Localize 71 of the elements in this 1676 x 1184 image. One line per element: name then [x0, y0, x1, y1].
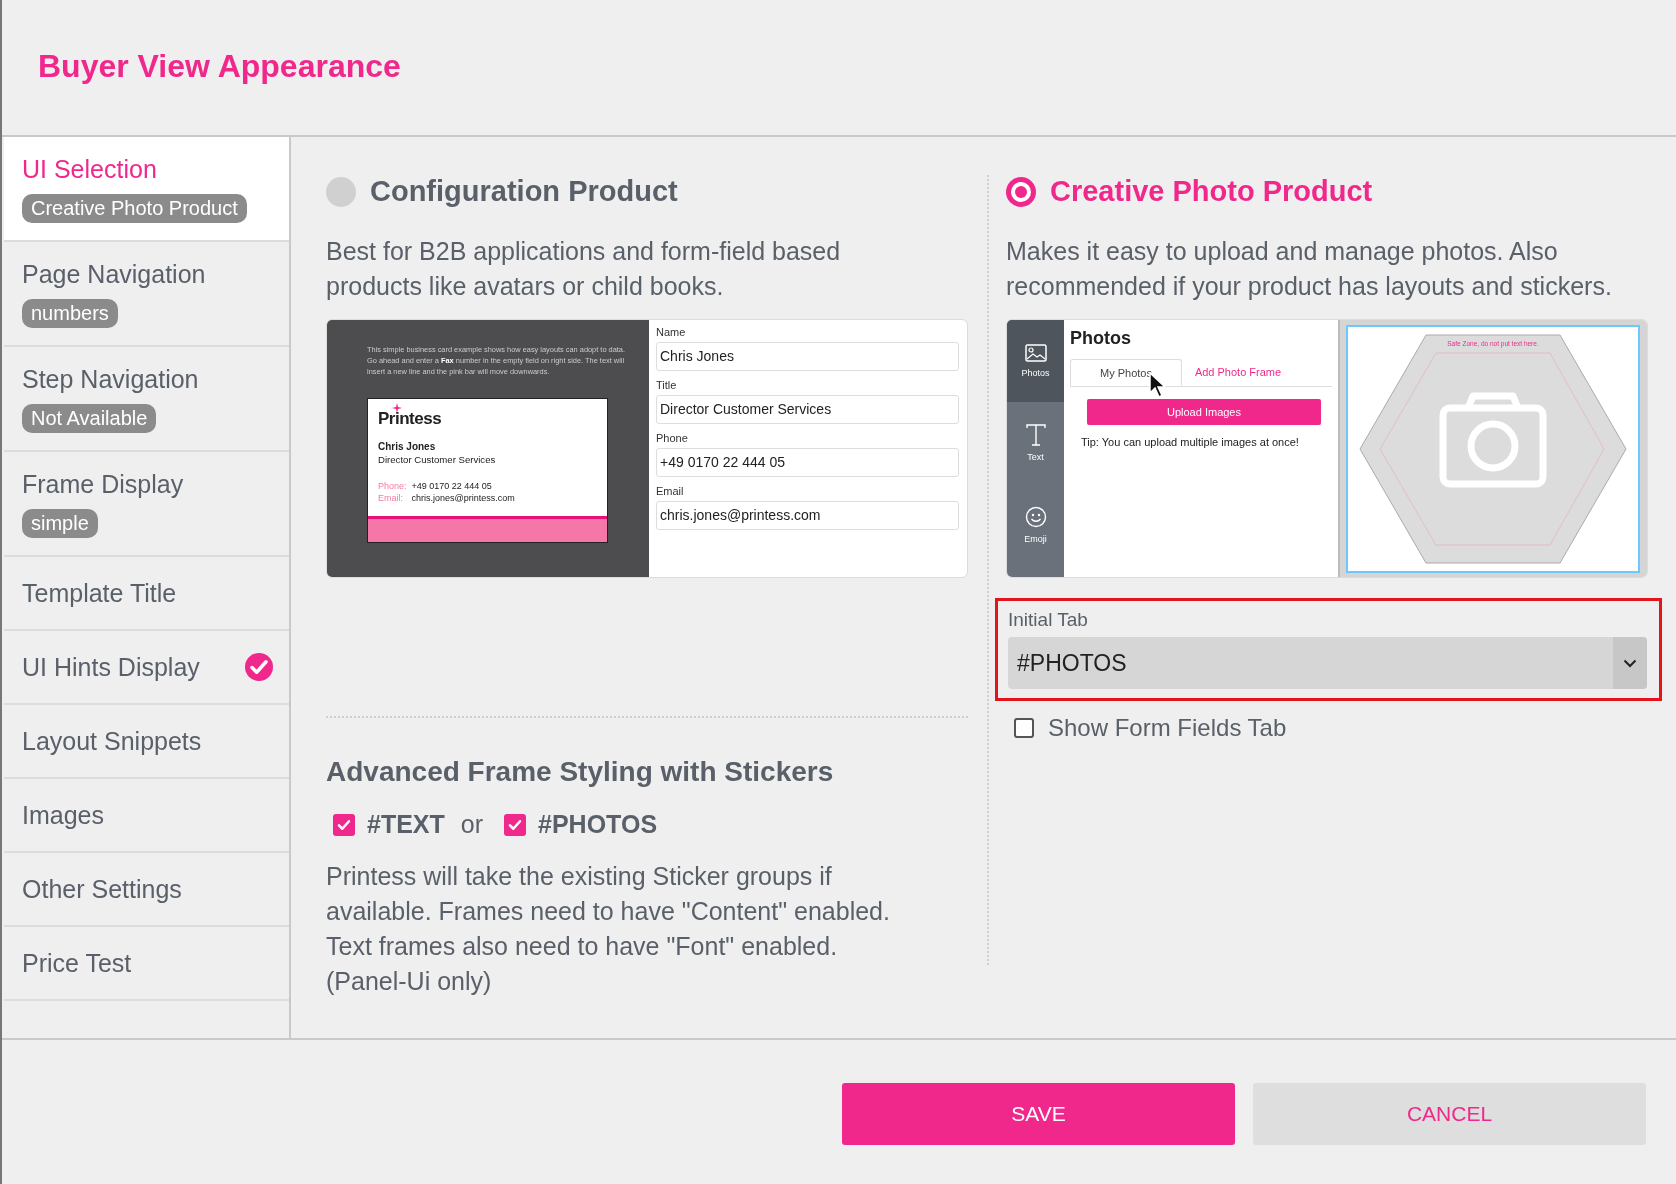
- sidebar-item-label: UI Selection: [22, 155, 157, 184]
- input-field[interactable]: Director Customer Services: [656, 395, 959, 424]
- sidebar-item[interactable]: Images: [4, 779, 289, 853]
- sidebar-item-label: Frame Display: [22, 470, 184, 499]
- card-value: +49 0170 22 444 05: [411, 481, 493, 491]
- sidebar-item[interactable]: Price Test: [4, 927, 289, 1001]
- chevron-down-icon: [1623, 658, 1637, 668]
- field-label: Title: [656, 379, 678, 391]
- sidebar-item[interactable]: Template Title: [4, 557, 289, 631]
- card-name: Chris Jones: [378, 441, 437, 452]
- sidebar-item[interactable]: UI Selection Creative Photo Product: [4, 137, 289, 242]
- sidebar-item-label: Layout Snippets: [22, 726, 202, 756]
- option-title: Creative Photo Product: [1050, 175, 1373, 208]
- panel-title: Photos: [1070, 328, 1132, 349]
- radio-button[interactable]: [1006, 176, 1036, 207]
- image-icon: [1024, 344, 1047, 362]
- nav-tab[interactable]: Emoji: [1007, 484, 1064, 566]
- sidebar-item-label: Template Title: [22, 578, 177, 608]
- value-badge: numbers: [22, 299, 118, 328]
- field-label: Initial Tab: [1008, 609, 1089, 631]
- sidebar-item-label: UI Hints Display: [22, 652, 200, 682]
- sidebar-item[interactable]: UI Hints Display: [4, 631, 289, 705]
- save-button[interactable]: SAVE: [842, 1083, 1235, 1145]
- smiley-icon: [1024, 506, 1047, 528]
- sidebar-item-label: Other Settings: [22, 874, 182, 904]
- sidebar-item-label: Page Navigation: [22, 260, 206, 289]
- sidebar-item[interactable]: Other Settings: [4, 853, 289, 927]
- value-badge: simple: [22, 509, 98, 538]
- checkbox[interactable]: [1014, 718, 1034, 738]
- sidebar-item-label: Price Test: [22, 948, 132, 978]
- logo-text: Printess: [378, 409, 442, 428]
- radio-button[interactable]: [326, 176, 356, 207]
- option-title: Configuration Product: [370, 175, 678, 208]
- sidebar-item[interactable]: Layout Snippets: [4, 705, 289, 779]
- checkbox-label: #TEXT: [367, 810, 445, 839]
- input-field[interactable]: Chris Jones: [656, 342, 959, 371]
- checkbox-label: Show Form Fields Tab: [1048, 714, 1287, 742]
- upload-button[interactable]: Upload Images: [1087, 399, 1321, 425]
- sparkle-icon: [392, 403, 402, 413]
- nav-tab[interactable]: Photos: [1007, 320, 1064, 402]
- dialog-title: Buyer View Appearance: [38, 48, 401, 85]
- option-description: Best for B2B applications and form-field based products like avatars or child books.: [326, 236, 842, 302]
- sidebar-item-label: Images: [22, 800, 104, 830]
- section-heading: Advanced Frame Styling with Stickers: [326, 756, 835, 788]
- field-label: Email: [656, 485, 685, 497]
- checkbox[interactable]: [333, 813, 355, 836]
- text-icon: [1024, 424, 1047, 446]
- value-badge: Not Available: [22, 404, 157, 433]
- option-description: Makes it easy to upload and manage photos. Also recommended if your product has layouts and stickers.: [1006, 236, 1613, 302]
- sidebar-item[interactable]: Step Navigation Not Available: [4, 347, 289, 452]
- dropdown[interactable]: #PHOTOS: [1008, 637, 1647, 689]
- field-label: Name: [656, 326, 687, 338]
- tip-text: Tip: You can upload multiple images at once!: [1081, 436, 1300, 448]
- checkbox[interactable]: [504, 813, 527, 836]
- checkbox-label: #PHOTOS: [538, 810, 658, 839]
- card-job-title: Director Customer Services: [378, 454, 497, 465]
- card-value: chris.jones@printess.com: [411, 493, 516, 503]
- nav-tab[interactable]: Text: [1007, 402, 1064, 484]
- sidebar-item[interactable]: Page Navigation numbers: [4, 242, 289, 347]
- input-field[interactable]: chris.jones@printess.com: [656, 501, 959, 530]
- tab[interactable]: Add Photo Frame: [1182, 359, 1294, 386]
- card-label: Phone:: [378, 481, 407, 491]
- section-description: Printess will take the existing Sticker groups if available. Frames need to have "Content" enabled. Text frames also need to have "Font" enabled. (Panel-Ui only): [326, 861, 891, 997]
- value-badge: Creative Photo Product: [22, 194, 247, 223]
- cancel-button[interactable]: CANCEL: [1253, 1083, 1646, 1145]
- sidebar-item-label: Step Navigation: [22, 365, 199, 394]
- sidebar-item[interactable]: Frame Display simple: [4, 452, 289, 557]
- separator-text: or: [460, 810, 484, 839]
- card-label: Email:: [378, 493, 404, 503]
- input-field[interactable]: +49 0170 22 444 05: [656, 448, 959, 477]
- field-label: Phone: [656, 432, 689, 444]
